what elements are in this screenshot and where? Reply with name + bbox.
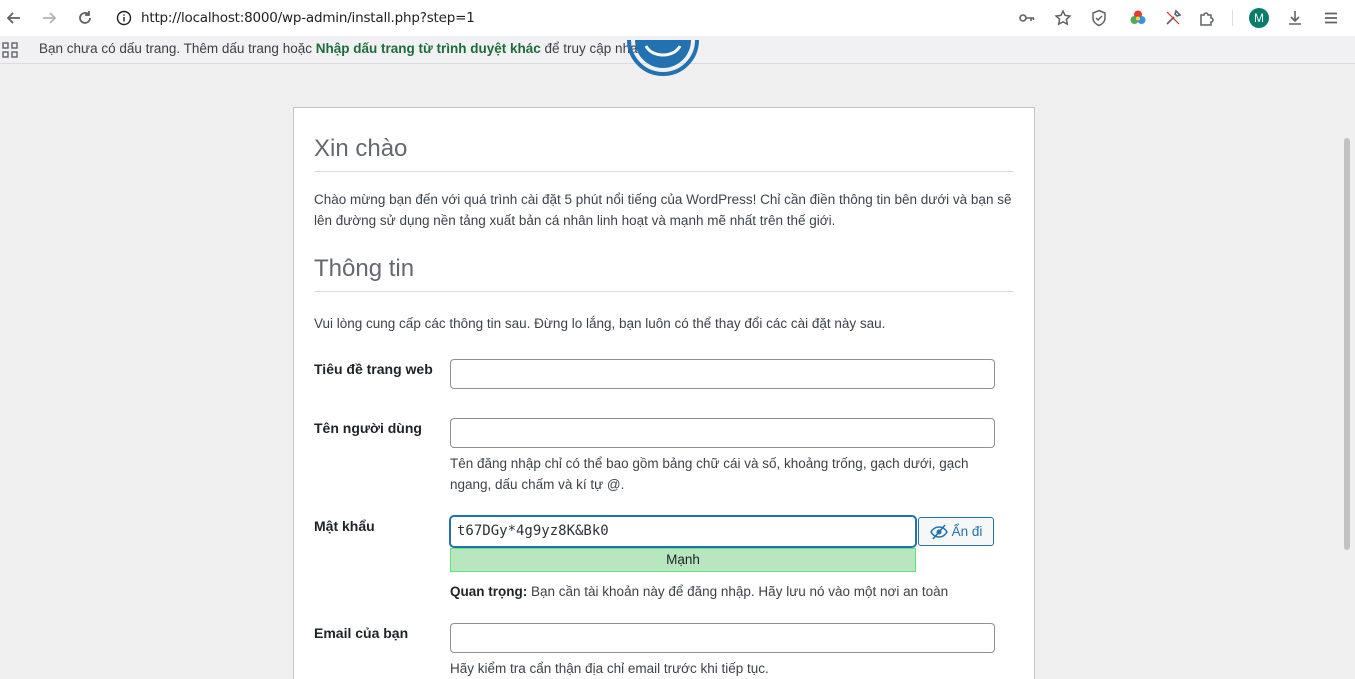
bookmark-star-icon[interactable] [1053,8,1073,28]
extensions-puzzle-icon[interactable] [1197,8,1217,28]
password-value[interactable]: t67DGy*4g9yz8K&Bk0 [457,523,609,539]
password-input[interactable]: t67DGy*4g9yz8K&Bk0 [450,516,916,547]
back-arrow-icon [6,12,20,24]
username-input[interactable] [450,418,995,448]
browser-toolbar: http://localhost:8000/wp-admin/install.p… [0,0,1355,36]
profile-avatar[interactable]: M [1249,8,1269,28]
forward-arrow-icon [43,12,57,24]
bookmarks-text-before: Bạn chưa có dấu trang. Thêm dấu trang ho… [39,41,316,56]
password-key-icon[interactable] [1017,8,1037,28]
import-bookmarks-link[interactable]: Nhập dấu trang từ trình duyệt khác [316,41,541,56]
address-bar[interactable]: http://localhost:8000/wp-admin/install.p… [108,4,1116,32]
email-hint: Hãy kiểm tra cẩn thận địa chỉ email trướ… [450,661,769,676]
password-label: Mật khẩu [314,518,375,534]
username-hint: Tên đăng nhập chỉ có thể bao gồm bảng ch… [450,456,969,492]
reload-icon [79,11,91,24]
tools-extension-icon[interactable] [1163,8,1183,28]
email-input[interactable] [450,623,995,653]
apps-grid-icon[interactable] [2,42,18,58]
color-picker-extension-icon[interactable] [1128,8,1148,28]
reload-button[interactable] [73,6,97,30]
password-strength-meter: Mạnh [450,548,916,572]
hide-password-label: Ẩn đi [951,524,983,539]
info-heading: Thông tin [314,255,415,282]
wordpress-logo-icon[interactable] [626,40,700,82]
hide-password-button[interactable]: Ẩn đi [918,517,994,546]
welcome-divider [314,171,1014,172]
install-form-card: Xin chào Chào mừng bạn đến với quá trình… [293,107,1035,679]
eye-slash-icon [929,523,948,540]
page-scrollbar[interactable] [1339,65,1355,679]
scrollbar-thumb[interactable] [1344,138,1350,550]
welcome-text: Chào mừng bạn đến với quá trình cài đặt … [314,192,1012,228]
username-label: Tên người dùng [314,420,422,436]
back-button[interactable] [2,6,26,30]
downloads-icon[interactable] [1285,8,1305,28]
shield-extension-icon[interactable] [1089,8,1109,28]
site-title-input[interactable] [450,359,995,389]
bookmarks-empty-message: Bạn chưa có dấu trang. Thêm dấu trang ho… [39,41,684,56]
toolbar-divider [1232,10,1233,26]
password-important-note: Quan trọng: Bạn cần tài khoản này để đăn… [450,581,1010,602]
important-text: Bạn cần tài khoản này để đăng nhập. Hãy … [527,584,949,599]
url-text[interactable]: http://localhost:8000/wp-admin/install.p… [141,10,475,26]
site-title-label: Tiêu đề trang web [314,361,433,377]
info-divider [314,291,1014,292]
forward-button[interactable] [37,6,61,30]
welcome-heading: Xin chào [314,135,408,162]
menu-icon[interactable] [1321,8,1341,28]
info-text: Vui lòng cung cấp các thông tin sau. Đừn… [314,316,886,331]
email-label: Email của bạn [314,625,409,641]
important-label: Quan trọng: [450,584,528,599]
site-info-icon[interactable] [116,10,132,26]
